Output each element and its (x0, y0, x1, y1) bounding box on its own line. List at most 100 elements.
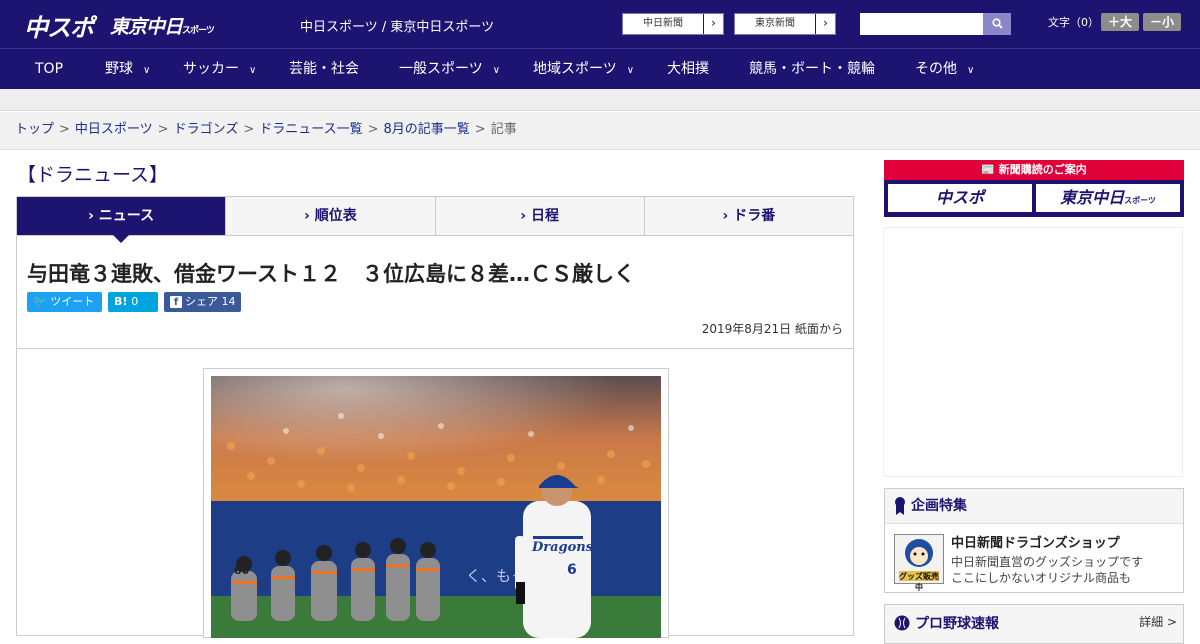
dragons-jersey-logo: Dragons (531, 540, 594, 555)
tokyo-logo-text: 東京中日 (110, 16, 183, 38)
shop-badge-text: グッズ販売中 (899, 572, 939, 592)
feature-desc-2: ここにしかないオリジナル商品も (951, 571, 1132, 585)
tokyo-logo-small: スポーツ (182, 26, 215, 36)
chevron-right-icon: › (520, 208, 531, 224)
live-scores-header: プロ野球速報 (915, 616, 999, 632)
feature-header: 企画特集 (885, 489, 1183, 524)
facebook-share-button[interactable]: f シェア 14 (164, 292, 241, 312)
tab-label: 日程 (530, 208, 559, 224)
facebook-icon: f (170, 296, 182, 308)
nav-label: サッカー (183, 61, 239, 77)
font-smaller-button[interactable]: －小 (1143, 13, 1182, 31)
tokyo-shimbun-link[interactable]: 東京新聞 › (734, 13, 836, 35)
nav-label: TOP (35, 61, 64, 77)
away-jersey-number: 60 (234, 564, 250, 577)
section-title: 【ドラニュース】 (17, 164, 169, 186)
nav-label: 大相撲 (667, 61, 709, 77)
twitter-icon: 🐦 (33, 295, 51, 308)
subscription-banner[interactable]: 📰 新聞購読のご案内 中スポ 東京中日スポーツ (884, 160, 1184, 217)
newspaper-icon: 📰 (981, 163, 999, 176)
main-nav: TOP 野球 ∨ サッカー ∨ 芸能・社会 一般スポーツ ∨ 地域スポーツ ∨ 大相撲 … (0, 48, 1200, 89)
live-scores-more-link[interactable]: 詳細 > (1139, 613, 1177, 630)
breadcrumb-separator: > (367, 122, 379, 137)
baseball-photo-svg: く、もっと。 60 Dragons 6 (211, 376, 661, 638)
search-input[interactable] (860, 13, 984, 35)
chevron-down-icon: ∨ (249, 65, 257, 76)
breadcrumb-separator: > (59, 122, 70, 137)
tweet-button[interactable]: 🐦 ツイート (27, 292, 102, 312)
subscribe-tokyo-label: 東京中日 (1060, 188, 1125, 207)
breadcrumb-dragons[interactable]: ドラゴンズ (174, 122, 239, 137)
nav-general-sports[interactable]: 一般スポーツ ∨ (399, 49, 500, 90)
hatena-count: 0 (131, 295, 139, 308)
nav-label: 地域スポーツ (533, 61, 617, 77)
nav-local-sports[interactable]: 地域スポーツ ∨ (533, 49, 634, 90)
chusupo-logo[interactable]: 中スポ (24, 8, 94, 43)
tokyo-link-label: 東京新聞 (755, 18, 795, 29)
nav-label: 野球 (105, 61, 133, 77)
search-icon (991, 18, 1003, 29)
tab-dora-ban[interactable]: › ドラ番 (643, 197, 853, 235)
chunichi-shimbun-link[interactable]: 中日新聞 › (622, 13, 724, 35)
feature-title[interactable]: 中日新聞ドラゴンズショップ (951, 532, 1120, 551)
article-photo: く、もっと。 60 Dragons 6 (211, 376, 661, 638)
article-headline: 与田竜３連敗、借金ワースト１２ ３位広島に８差…ＣＳ厳しく (27, 262, 635, 286)
tweet-label: ツイート (50, 295, 95, 308)
share-count: 14 (221, 295, 236, 308)
breadcrumb-top[interactable]: トップ (15, 122, 54, 137)
search-button[interactable] (983, 13, 1011, 35)
nav-baseball[interactable]: 野球 ∨ (105, 49, 150, 90)
feature-box: 企画特集 グッズ販売中 中日新聞ドラゴンズショップ 中日新聞直営のグッズショップ… (884, 488, 1184, 593)
chunichi-link-label: 中日新聞 (643, 18, 683, 29)
subscribe-chusupo-button[interactable]: 中スポ (888, 184, 1032, 212)
chevron-right-icon: › (304, 208, 315, 224)
feature-header-text: 企画特集 (911, 498, 967, 514)
font-bigger-button[interactable]: ＋大 (1101, 13, 1140, 31)
subscribe-tokyo-small: スポーツ (1124, 196, 1156, 205)
subscribe-tokyo-chunichi-button[interactable]: 東京中日スポーツ (1036, 184, 1180, 212)
tab-label: ドラ番 (733, 208, 776, 224)
breadcrumb-chunichi-sports[interactable]: 中日スポーツ (75, 122, 153, 137)
article-date: 2019年8月21日 紙面から (701, 322, 843, 336)
breadcrumb-august-list[interactable]: 8月の記事一覧 (384, 122, 470, 137)
nav-other[interactable]: その他 ∨ (915, 49, 974, 90)
article: 与田竜３連敗、借金ワースト１２ ３位広島に８差…ＣＳ厳しく 🐦 ツイート B! … (16, 236, 854, 638)
tab-standings[interactable]: › 順位表 (225, 197, 435, 235)
nav-racing[interactable]: 競馬・ボート・競輪 (749, 49, 875, 90)
chevron-down-icon: ∨ (492, 65, 501, 76)
breadcrumb: トップ > 中日スポーツ > ドラゴンズ > ドラニュース一覧 >8月の記事一覧 > 記事 (0, 112, 1200, 150)
chevron-right-icon: › (703, 14, 723, 34)
font-size-label: 文字（0） (1048, 16, 1099, 29)
top-header: 中スポ 東京中日スポーツ 中日スポーツ / 東京中日スポーツ 中日新聞 › 東京新… (0, 0, 1200, 48)
tab-schedule[interactable]: › 日程 (434, 197, 644, 235)
nav-soccer[interactable]: サッカー ∨ (183, 49, 256, 90)
breadcrumb-separator: > (243, 122, 255, 137)
nav-entertainment[interactable]: 芸能・社会 (289, 49, 359, 90)
tokyo-chunichi-logo[interactable]: 東京中日スポーツ (110, 12, 215, 39)
article-photo-frame: く、もっと。 60 Dragons 6 (203, 368, 669, 638)
nav-label: 一般スポーツ (399, 61, 483, 77)
tab-label: 順位表 (314, 208, 357, 224)
breadcrumb-current: 記事 (490, 122, 517, 137)
hatena-bookmark-button[interactable]: B! 0 (108, 292, 158, 312)
ribbon-icon (895, 497, 905, 515)
chevron-down-icon: ∨ (967, 65, 975, 76)
ad-slot (883, 227, 1183, 477)
live-scores-box: プロ野球速報 詳細 > (884, 604, 1184, 644)
nav-top[interactable]: TOP (35, 49, 63, 90)
baseball-icon (894, 615, 910, 631)
nav-label: その他 (915, 61, 957, 77)
breadcrumb-separator: > (474, 122, 486, 137)
hatena-icon: B! (114, 295, 128, 308)
breadcrumb-separator: > (157, 122, 169, 137)
breadcrumb-news-list[interactable]: ドラニュース一覧 (259, 122, 362, 137)
tab-news[interactable]: › ニュース (17, 197, 226, 243)
news-tabs: › ニュース › 順位表 › 日程 › ドラ番 (16, 196, 854, 243)
subscription-title-text: 新聞購読のご案内 (998, 163, 1087, 176)
nav-sumo[interactable]: 大相撲 (667, 49, 709, 90)
tab-label: ニュース (98, 208, 155, 224)
nav-label: 競馬・ボート・競輪 (749, 61, 875, 77)
share-label: シェア (185, 295, 218, 308)
shop-thumbnail[interactable]: グッズ販売中 (894, 534, 944, 592)
divider (17, 348, 853, 349)
